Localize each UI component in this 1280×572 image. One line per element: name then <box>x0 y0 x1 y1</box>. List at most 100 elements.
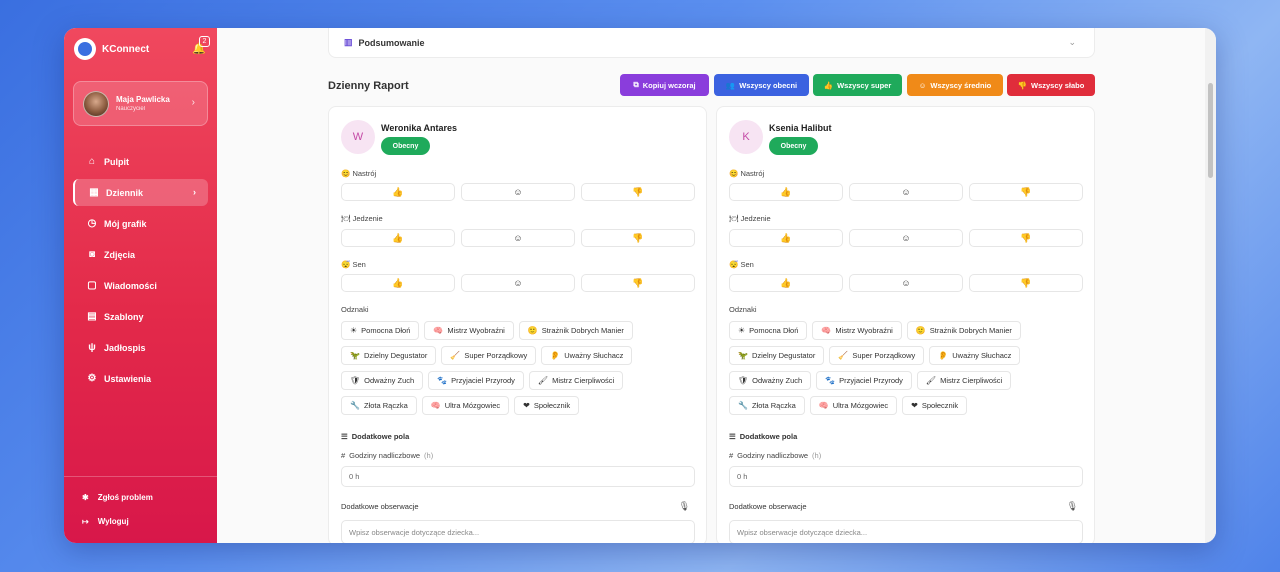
rate-average-button[interactable]: ☺ <box>461 229 575 247</box>
badge-button[interactable]: 🧠 Mistrz Wyobraźni <box>424 321 514 340</box>
rate-average-button[interactable]: ☺ <box>461 274 575 292</box>
neutral-face-icon: ☺ <box>901 233 911 243</box>
sidebar-item-label: Pulpit <box>104 156 129 167</box>
home-icon: ⌂ <box>88 156 96 167</box>
rate-good-button[interactable]: 👍 <box>729 183 843 201</box>
badge-button[interactable]: 🔧 Złota Rączka <box>341 396 417 415</box>
report-problem-button[interactable]: ✱ Zgłoś problem <box>82 493 153 502</box>
badge-button[interactable]: 👂 Uważny Słuchacz <box>541 346 633 365</box>
thumbs-up-icon: 👍 <box>392 277 404 288</box>
broom-icon: 🧹 <box>838 351 849 360</box>
badge-button[interactable]: 👂 Uważny Słuchacz <box>929 346 1021 365</box>
badge-button[interactable]: 🧹 Super Porządkowy <box>441 346 537 365</box>
sidebar-item-jadlospis[interactable]: ψ Jadłospis <box>73 334 208 361</box>
logout-button[interactable]: ↦ Wyloguj <box>82 517 129 526</box>
rate-good-button[interactable]: 👍 <box>729 229 843 247</box>
divider <box>64 476 217 477</box>
child-name: Ksenia Halibut <box>769 123 832 133</box>
overtime-input[interactable]: 0 h <box>729 466 1083 487</box>
badge-button[interactable]: ❤ Społecznik <box>902 396 968 415</box>
badge-button[interactable]: 🐾 Przyjaciel Przyrody <box>428 371 524 390</box>
brain-icon: 🧠 <box>430 401 441 410</box>
sun-icon: ☀ <box>350 326 358 335</box>
sidebar-item-label: Szablony <box>104 311 144 322</box>
badge-button[interactable]: 🐾 Przyjaciel Przyrody <box>816 371 912 390</box>
badge-button[interactable]: 🖌 Mistrz Cierpliwości <box>528 371 624 390</box>
badge-button[interactable]: 🛡 Odważny Zuch <box>729 371 812 390</box>
badge-button[interactable]: ☀ Pomocna Dłoń <box>729 321 808 340</box>
badge-button[interactable]: 🖌 Mistrz Cierpliwości <box>916 371 1012 390</box>
sidebar-item-pulpit[interactable]: ⌂ Pulpit <box>73 148 208 175</box>
thumbs-up-icon: 👍 <box>823 80 834 90</box>
chevron-down-icon: ⌄ <box>1068 37 1076 47</box>
brush-icon: 🖌 <box>925 376 937 385</box>
badge-button[interactable]: ☀ Pomocna Dłoń <box>341 321 420 340</box>
all-present-button[interactable]: 👥 Wszyscy obecni <box>714 74 809 96</box>
thumbs-down-icon: 👎 <box>632 186 644 197</box>
sidebar-item-moj-grafik[interactable]: ◷ Mój grafik <box>73 210 208 237</box>
child-card: K Ksenia Halibut Obecny 😊 Nastrój 👍 ☺ 👎 … <box>716 106 1095 543</box>
dinosaur-icon: 🦖 <box>350 351 360 360</box>
rate-average-button[interactable]: ☺ <box>849 229 963 247</box>
logout-icon: ↦ <box>82 517 89 526</box>
all-average-button[interactable]: ☺ Wszyscy średnio <box>907 74 1003 96</box>
badge-button[interactable]: 🧠 Ultra Mózgowiec <box>809 396 898 415</box>
badge-button[interactable]: 🙂 Strażnik Dobrych Manier <box>518 321 633 340</box>
rate-poor-button[interactable]: 👎 <box>969 274 1083 292</box>
badge-button[interactable]: 🛡 Odważny Zuch <box>341 371 424 390</box>
shield-icon: 🛡 <box>738 376 749 385</box>
sidebar-nav: ⌂ Pulpit ▦ Dziennik › ◷ Mój grafik ◙ Zdj… <box>73 148 208 396</box>
overtime-input[interactable]: 0 h <box>341 466 695 487</box>
sidebar-item-wiadomosci[interactable]: ▢ Wiadomości <box>73 272 208 299</box>
badge-button[interactable]: 🧠 Mistrz Wyobraźni <box>812 321 902 340</box>
copy-yesterday-button[interactable]: ⧉ Kopiuj wczoraj <box>620 74 709 96</box>
avatar <box>83 90 109 117</box>
attendance-status-button[interactable]: Obecny <box>769 137 818 155</box>
observations-input[interactable]: Wpisz obserwacje dotyczące dziecka... <box>341 520 695 543</box>
all-great-button[interactable]: 👍 Wszyscy super <box>813 74 902 96</box>
rate-good-button[interactable]: 👍 <box>729 274 843 292</box>
microphone-icon[interactable]: 🎙 <box>1067 501 1078 512</box>
rate-poor-button[interactable]: 👎 <box>581 274 695 292</box>
sidebar-item-dziennik[interactable]: ▦ Dziennik › <box>73 179 208 206</box>
badge-button[interactable]: 🙂 Strażnik Dobrych Manier <box>906 321 1021 340</box>
scrollbar-thumb[interactable] <box>1208 83 1213 178</box>
badge-button[interactable]: 🦖 Dzielny Degustator <box>341 346 437 365</box>
all-poor-button[interactable]: 👎 Wszyscy słabo <box>1007 74 1095 96</box>
thumbs-up-icon: 👍 <box>780 277 792 288</box>
badge-button[interactable]: ❤ Społecznik <box>514 396 580 415</box>
profile-card[interactable]: Maja Pawlicka Nauczyciel › <box>73 81 208 126</box>
child-card: W Weronika Antares Obecny 😊 Nastrój 👍 ☺ … <box>328 106 707 543</box>
badge-button[interactable]: 🧠 Ultra Mózgowiec <box>421 396 510 415</box>
rate-poor-button[interactable]: 👎 <box>581 229 695 247</box>
dinosaur-icon: 🦖 <box>738 351 748 360</box>
food-label: 🍽 Jedzenie <box>729 214 771 223</box>
rate-poor-button[interactable]: 👎 <box>969 229 1083 247</box>
extra-fields-heading: ☰ Dodatkowe pola <box>729 432 798 441</box>
utensils-icon: ψ <box>88 342 96 353</box>
observations-input[interactable]: Wpisz obserwacje dotyczące dziecka... <box>729 520 1083 543</box>
badge-button[interactable]: 🧹 Super Porządkowy <box>829 346 925 365</box>
summary-accordion[interactable]: ▥ Podsumowanie ⌄ <box>328 28 1095 58</box>
rate-good-button[interactable]: 👍 <box>341 274 455 292</box>
profile-name: Maja Pawlicka <box>116 95 170 104</box>
sidebar-item-label: Dziennik <box>106 187 144 198</box>
sidebar-item-ustawienia[interactable]: ⚙ Ustawienia <box>73 365 208 392</box>
attendance-status-button[interactable]: Obecny <box>381 137 430 155</box>
rate-good-button[interactable]: 👍 <box>341 183 455 201</box>
rate-poor-button[interactable]: 👎 <box>969 183 1083 201</box>
overtime-label: # Godziny nadliczbowe (h) <box>341 451 434 460</box>
rate-good-button[interactable]: 👍 <box>341 229 455 247</box>
badge-button[interactable]: 🦖 Dzielny Degustator <box>729 346 825 365</box>
rate-poor-button[interactable]: 👎 <box>581 183 695 201</box>
rate-average-button[interactable]: ☺ <box>849 183 963 201</box>
child-avatar: W <box>341 120 375 154</box>
brand[interactable]: KConnect <box>74 38 149 60</box>
rate-average-button[interactable]: ☺ <box>461 183 575 201</box>
sidebar-item-zdjecia[interactable]: ◙ Zdjęcia <box>73 241 208 268</box>
sidebar-item-szablony[interactable]: ▤ Szablony <box>73 303 208 330</box>
brush-icon: 🖌 <box>537 376 549 385</box>
rate-average-button[interactable]: ☺ <box>849 274 963 292</box>
microphone-icon[interactable]: 🎙 <box>679 501 690 512</box>
badge-button[interactable]: 🔧 Złota Rączka <box>729 396 805 415</box>
